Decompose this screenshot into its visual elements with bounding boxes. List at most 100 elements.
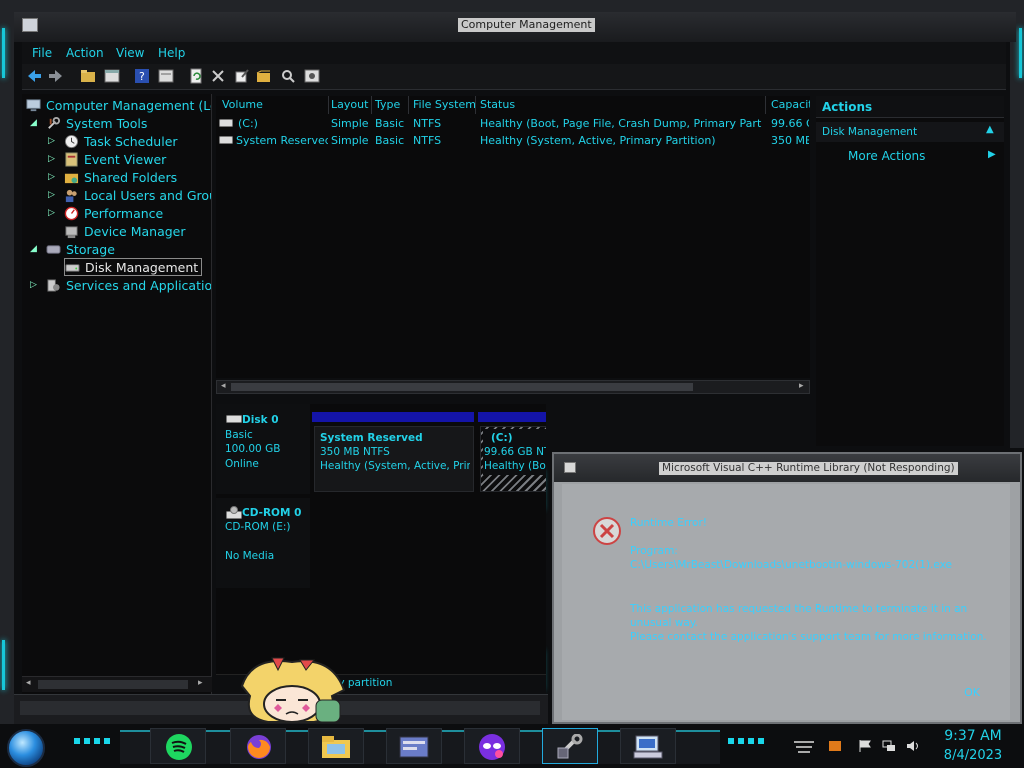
back-arrow-icon[interactable] bbox=[26, 68, 42, 84]
scroll-right-icon[interactable]: ▸ bbox=[198, 678, 203, 688]
column-header-layout[interactable]: Layout bbox=[331, 98, 368, 111]
partition-system-reserved[interactable]: System Reserved 350 MB NTFS Healthy (Sys… bbox=[314, 426, 474, 492]
performance-icon bbox=[64, 206, 79, 220]
start-button[interactable] bbox=[6, 728, 46, 768]
column-header-type[interactable]: Type bbox=[375, 98, 400, 111]
show-hide-tree-icon[interactable] bbox=[104, 68, 120, 84]
tree-item-system-tools[interactable]: System Tools bbox=[46, 114, 147, 132]
cdrom-info[interactable]: CD-ROM 0 CD-ROM (E:) No Media bbox=[216, 498, 310, 588]
column-divider[interactable] bbox=[328, 96, 329, 114]
error-message-line1: This application has requested the Runti… bbox=[630, 603, 968, 615]
collapse-up-icon[interactable]: ▲ bbox=[986, 124, 994, 135]
network-icon[interactable] bbox=[882, 740, 896, 752]
taskbar-spotify[interactable] bbox=[150, 728, 206, 764]
settings-icon[interactable] bbox=[304, 68, 320, 84]
tree-item-services[interactable]: Services and Applications bbox=[46, 276, 211, 294]
column-divider[interactable] bbox=[408, 96, 409, 114]
disk0-status: Online bbox=[225, 458, 259, 470]
taskbar-error-dialog[interactable] bbox=[620, 728, 676, 764]
menu-help[interactable]: Help bbox=[158, 46, 185, 60]
expand-arrow-icon[interactable]: ▷ bbox=[48, 136, 55, 146]
column-header-file-system[interactable]: File System bbox=[413, 98, 476, 111]
table-row[interactable]: System Reserved Simple Basic NTFS Health… bbox=[216, 133, 810, 149]
actions-header-bar: Actions bbox=[816, 96, 1004, 118]
java-tray-icon[interactable] bbox=[828, 740, 842, 752]
tree-item-task-scheduler[interactable]: Task Scheduler bbox=[64, 132, 178, 150]
taskbar-computer-management[interactable] bbox=[542, 728, 598, 764]
clock-icon bbox=[64, 134, 79, 148]
event-viewer-icon bbox=[65, 151, 78, 167]
expand-arrow-icon[interactable]: ▷ bbox=[48, 190, 55, 200]
up-folder-icon[interactable] bbox=[80, 68, 96, 84]
taskbar-file-explorer[interactable] bbox=[308, 728, 364, 764]
delete-icon[interactable] bbox=[210, 68, 226, 84]
firefox-icon bbox=[247, 735, 271, 759]
scroll-left-icon[interactable]: ◂ bbox=[26, 678, 31, 688]
scroll-left-icon[interactable]: ◂ bbox=[221, 381, 226, 391]
scroll-right-icon[interactable]: ▸ bbox=[799, 381, 804, 391]
cell-status: Healthy (Boot, Page File, Crash Dump, Pr… bbox=[480, 117, 762, 130]
taskbar-firefox[interactable] bbox=[230, 728, 286, 764]
scroll-thumb[interactable] bbox=[38, 680, 188, 689]
edit-icon[interactable] bbox=[234, 68, 250, 84]
properties-icon[interactable] bbox=[158, 68, 174, 84]
tree-item-shared-folders[interactable]: Shared Folders bbox=[64, 168, 177, 186]
column-header-volume[interactable]: Volume bbox=[222, 98, 263, 111]
tree-item-performance[interactable]: Performance bbox=[64, 204, 163, 222]
cell-type: Basic bbox=[375, 117, 405, 130]
cell-layout: Simple bbox=[331, 117, 369, 130]
cdrom-name: CD-ROM 0 bbox=[242, 507, 302, 519]
column-divider[interactable] bbox=[475, 96, 476, 114]
tree-item-storage[interactable]: Storage bbox=[46, 240, 115, 258]
tree-item-computer-management[interactable]: Computer Management (Loc bbox=[26, 96, 211, 114]
search-icon[interactable] bbox=[280, 68, 296, 84]
scroll-thumb[interactable] bbox=[231, 383, 693, 391]
open-folder-icon[interactable] bbox=[256, 68, 272, 84]
menu-file[interactable]: File bbox=[32, 46, 52, 60]
computer-management-icon[interactable] bbox=[22, 18, 38, 32]
expand-arrow-icon[interactable]: ▷ bbox=[48, 154, 55, 164]
volume-icon[interactable] bbox=[906, 740, 920, 752]
cell-volume: (C:) bbox=[238, 117, 258, 130]
menu-view[interactable]: View bbox=[116, 46, 144, 60]
cd-drive-icon bbox=[226, 506, 242, 519]
forward-arrow-icon[interactable] bbox=[48, 68, 64, 84]
dialog-body: Runtime Error! Program: C:\Users\MrBeast… bbox=[562, 484, 1010, 720]
menu-action[interactable]: Action bbox=[66, 46, 104, 60]
collapse-arrow-icon[interactable]: ◢ bbox=[30, 118, 37, 128]
refresh-icon[interactable] bbox=[188, 68, 204, 84]
cell-layout: Simple bbox=[331, 134, 369, 147]
collapse-arrow-icon[interactable]: ◢ bbox=[30, 244, 37, 254]
expand-arrow-icon[interactable]: ▷ bbox=[30, 280, 37, 290]
taskbar-app-mask[interactable] bbox=[464, 728, 520, 764]
column-header-capacity[interactable]: Capacity bbox=[771, 98, 810, 111]
tree-horizontal-scrollbar[interactable]: ◂ ▸ bbox=[22, 676, 212, 692]
partition-c[interactable]: (C:) 99.66 GB NTF Healthy (Bo bbox=[480, 426, 546, 492]
clock-date[interactable]: 8/4/2023 bbox=[938, 748, 1008, 763]
disk0-info[interactable]: Disk 0 Basic 100.00 GB Online bbox=[216, 404, 310, 494]
column-divider[interactable] bbox=[765, 96, 766, 114]
tree-label: Performance bbox=[84, 205, 164, 221]
flag-icon[interactable] bbox=[858, 740, 872, 752]
tree-item-device-manager[interactable]: Device Manager bbox=[64, 222, 186, 240]
more-actions-item[interactable]: More Actions ▶ bbox=[816, 146, 1004, 166]
taskbar-control-panel[interactable] bbox=[386, 728, 442, 764]
column-header-status[interactable]: Status bbox=[480, 98, 515, 111]
tree-item-event-viewer[interactable]: Event Viewer bbox=[64, 150, 166, 168]
tree-item-local-users[interactable]: Local Users and Grou bbox=[64, 186, 211, 204]
help-icon[interactable]: ? bbox=[134, 68, 150, 84]
partition-name: System Reserved bbox=[320, 432, 423, 444]
actions-section-disk-management[interactable]: Disk Management ▲ bbox=[816, 122, 1004, 142]
window-frame-left bbox=[0, 0, 14, 724]
show-desktop-icon[interactable] bbox=[792, 740, 816, 754]
column-divider[interactable] bbox=[371, 96, 372, 114]
tree-item-disk-management[interactable]: Disk Management bbox=[64, 258, 203, 276]
table-row[interactable]: (C:) Simple Basic NTFS Healthy (Boot, Pa… bbox=[216, 116, 810, 132]
expand-arrow-icon[interactable]: ▷ bbox=[48, 172, 55, 182]
dialog-title-bar[interactable]: Microsoft Visual C++ Runtime Library (No… bbox=[554, 454, 1020, 482]
error-message-line3: Please contact the application's support… bbox=[630, 631, 987, 643]
clock-time[interactable]: 9:37 AM bbox=[938, 728, 1008, 744]
ok-button[interactable]: OK bbox=[952, 684, 992, 702]
volume-list-horizontal-scrollbar[interactable]: ◂ ▸ bbox=[216, 380, 810, 394]
expand-arrow-icon[interactable]: ▷ bbox=[48, 208, 55, 218]
